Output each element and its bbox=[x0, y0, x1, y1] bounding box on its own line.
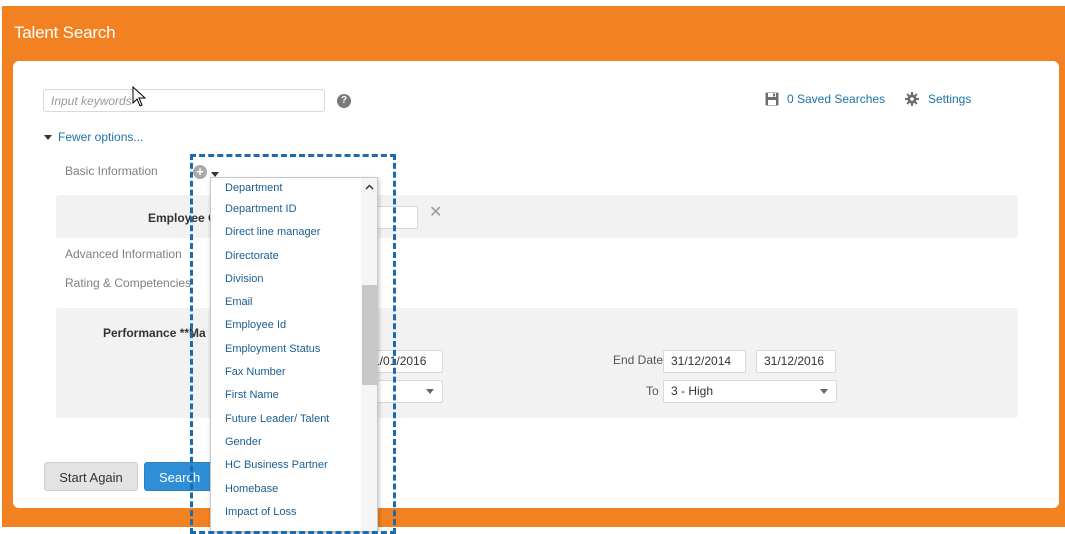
dropdown-item-employment-status[interactable]: Employment Status bbox=[211, 338, 361, 361]
end-date-to-input[interactable]: 31/12/2016 bbox=[756, 350, 836, 373]
caret-down-icon bbox=[44, 134, 52, 140]
close-icon[interactable]: ✕ bbox=[429, 205, 442, 221]
dropdown-item-gender[interactable]: Gender bbox=[211, 431, 361, 454]
dropdown-item-email[interactable]: Email bbox=[211, 291, 361, 314]
gear-icon bbox=[905, 92, 919, 106]
settings-link[interactable]: Settings bbox=[905, 91, 971, 107]
saved-searches-link[interactable]: 0 Saved Searches bbox=[765, 91, 885, 107]
rating-from-select[interactable] bbox=[372, 380, 443, 403]
floppy-disk-icon bbox=[765, 92, 779, 106]
advanced-information-label: Advanced Information bbox=[65, 247, 182, 261]
dropdown-item-impact-of-loss[interactable]: Impact of Loss bbox=[211, 501, 361, 524]
saved-searches-label: 0 Saved Searches bbox=[787, 92, 886, 106]
dropdown-item-directorate[interactable]: Directorate bbox=[211, 245, 361, 268]
dropdown-item-employee-id[interactable]: Employee Id bbox=[211, 314, 361, 337]
dropdown-item-first-name[interactable]: First Name bbox=[211, 384, 361, 407]
dropdown-item-homebase[interactable]: Homebase bbox=[211, 478, 361, 501]
chevron-up-icon[interactable] bbox=[365, 184, 374, 190]
dropdown-item-fax-number[interactable]: Fax Number bbox=[211, 361, 361, 384]
end-date-label: End Date bbox=[613, 353, 664, 367]
search-button[interactable]: Search bbox=[144, 462, 214, 491]
mouse-cursor-icon bbox=[132, 86, 147, 107]
rating-competencies-label: Rating & Competencies bbox=[65, 276, 192, 290]
settings-label: Settings bbox=[928, 92, 972, 106]
chevron-down-icon bbox=[418, 381, 442, 402]
dropdown-item-division[interactable]: Division bbox=[211, 268, 361, 291]
to-label: To bbox=[646, 384, 659, 398]
scrollbar-thumb[interactable] bbox=[362, 285, 377, 385]
add-criteria-icon[interactable]: + bbox=[193, 165, 207, 179]
start-again-button[interactable]: Start Again bbox=[44, 462, 138, 491]
end-date-from-input[interactable]: 31/12/2014 bbox=[663, 350, 746, 373]
chevron-down-icon bbox=[812, 381, 836, 402]
app-title: Talent Search bbox=[14, 23, 116, 42]
help-icon[interactable]: ? bbox=[337, 94, 351, 108]
rating-to-value: 3 - High bbox=[671, 384, 714, 398]
criteria-dropdown[interactable]: Department Department ID Direct line man… bbox=[210, 177, 378, 532]
basic-information-label: Basic Information bbox=[65, 164, 158, 178]
performance-label: Performance **Ma bbox=[103, 326, 206, 340]
dropdown-item-department[interactable]: Department bbox=[211, 178, 361, 198]
performance-criteria-box bbox=[56, 308, 1018, 418]
rating-to-select[interactable]: 3 - High bbox=[663, 380, 837, 403]
employee-criteria-label: Employee C bbox=[148, 211, 217, 225]
dropdown-item-hc-business-partner[interactable]: HC Business Partner bbox=[211, 454, 361, 477]
employee-criteria-input[interactable] bbox=[372, 206, 418, 229]
keyword-input[interactable] bbox=[43, 89, 325, 112]
fewer-options-toggle[interactable]: Fewer options... bbox=[44, 130, 143, 144]
dropdown-item-direct-line-manager[interactable]: Direct line manager bbox=[211, 221, 361, 244]
criteria-dropdown-list: Department Department ID Direct line man… bbox=[211, 178, 361, 524]
dropdown-item-future-leader-talent[interactable]: Future Leader/ Talent bbox=[211, 408, 361, 431]
dropdown-item-department-id[interactable]: Department ID bbox=[211, 198, 361, 221]
fewer-options-label: Fewer options... bbox=[58, 130, 144, 144]
start-date-to-input[interactable]: 1/01/2016 bbox=[368, 350, 443, 373]
dropdown-scrollbar[interactable] bbox=[361, 178, 377, 531]
